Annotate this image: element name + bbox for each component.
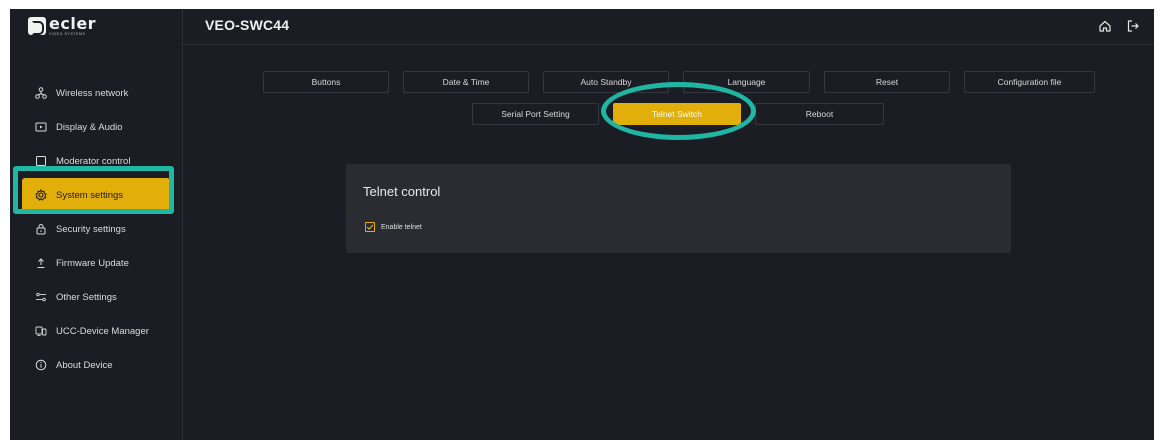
network-icon: [35, 87, 47, 99]
tab-telnet-switch[interactable]: Telnet Switch: [613, 103, 741, 125]
tab-language[interactable]: Language: [683, 71, 810, 93]
enable-telnet-checkbox[interactable]: Enable telnet: [365, 222, 422, 232]
tab-serial-port-setting[interactable]: Serial Port Setting: [472, 103, 599, 125]
sidebar-nav: Wireless network Display & Audio Moderat…: [10, 76, 182, 382]
sidebar-item-firmware-update[interactable]: Firmware Update: [10, 246, 182, 280]
sidebar: ecler VIDEO SYSTEMS Wireless network Dis…: [10, 9, 183, 440]
info-icon: [35, 359, 47, 371]
tab-configuration-file[interactable]: Configuration file: [964, 71, 1095, 93]
sidebar-item-security-settings[interactable]: Security settings: [10, 212, 182, 246]
home-icon[interactable]: [1098, 19, 1112, 33]
sidebar-item-about-device[interactable]: About Device: [10, 348, 182, 382]
sidebar-item-other-settings[interactable]: Other Settings: [10, 280, 182, 314]
sidebar-item-label: Security settings: [56, 223, 126, 235]
sidebar-item-label: System settings: [56, 189, 124, 201]
device-manager-icon: [35, 325, 47, 337]
sidebar-item-label: Moderator control: [56, 155, 131, 167]
sliders-icon: [35, 291, 47, 303]
panel-title: Telnet control: [363, 184, 441, 199]
tab-date-time[interactable]: Date & Time: [403, 71, 529, 93]
sidebar-item-label: Firmware Update: [56, 257, 129, 269]
sidebar-item-ucc-device-manager[interactable]: UCC-Device Manager: [10, 314, 182, 348]
tab-buttons[interactable]: Buttons: [263, 71, 389, 93]
logo-mark-icon: [28, 17, 46, 35]
sidebar-item-moderator-control[interactable]: Moderator control: [10, 144, 182, 178]
telnet-control-panel: Telnet control Enable telnet: [346, 164, 1011, 253]
tab-reboot[interactable]: Reboot: [755, 103, 884, 125]
device-title: VEO-SWC44: [205, 17, 290, 33]
sidebar-item-system-settings[interactable]: System settings: [22, 178, 170, 212]
tab-auto-standby[interactable]: Auto Standby: [543, 71, 669, 93]
sidebar-item-label: Display & Audio: [56, 121, 123, 133]
lock-icon: [35, 223, 47, 235]
gear-icon: [35, 189, 47, 201]
sidebar-item-label: Wireless network: [56, 87, 129, 99]
tab-reset[interactable]: Reset: [824, 71, 950, 93]
sidebar-item-label: UCC-Device Manager: [56, 325, 149, 337]
sidebar-item-wireless-network[interactable]: Wireless network: [10, 76, 182, 110]
sidebar-item-display-audio[interactable]: Display & Audio: [10, 110, 182, 144]
display-icon: [35, 121, 47, 133]
checkbox-label: Enable telnet: [381, 223, 422, 231]
upload-icon: [35, 257, 47, 269]
checkbox-checked-icon[interactable]: [365, 222, 375, 232]
logout-icon[interactable]: [1126, 19, 1140, 33]
sidebar-item-label: About Device: [56, 359, 113, 371]
app-window: ecler VIDEO SYSTEMS Wireless network Dis…: [10, 9, 1154, 440]
brand-logo: ecler VIDEO SYSTEMS: [28, 15, 96, 37]
square-icon: [35, 155, 47, 167]
sidebar-item-label: Other Settings: [56, 291, 117, 303]
brand-name: ecler: [49, 13, 97, 33]
top-bar: VEO-SWC44: [183, 9, 1154, 45]
brand-subtitle: VIDEO SYSTEMS: [49, 31, 86, 36]
